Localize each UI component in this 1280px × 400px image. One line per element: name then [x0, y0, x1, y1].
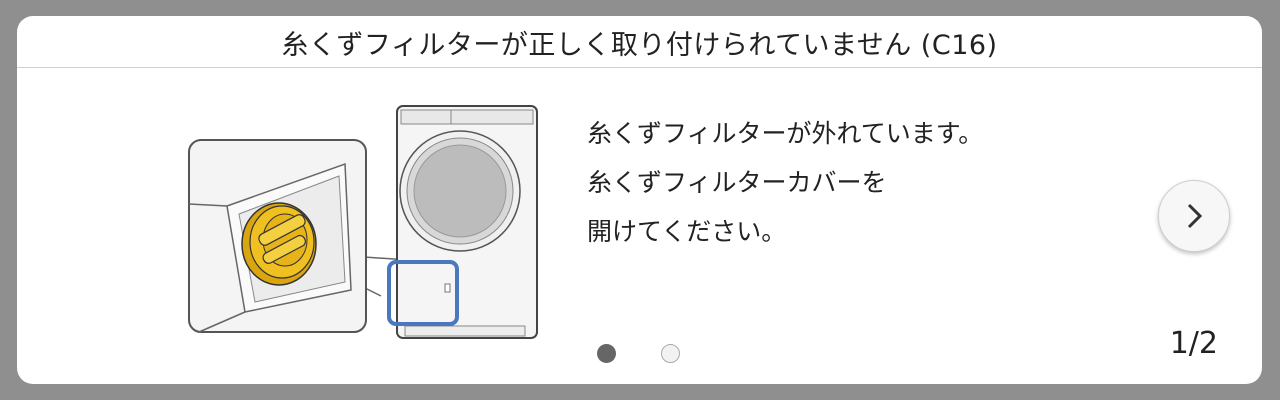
- page-dot-1[interactable]: [597, 344, 616, 363]
- instruction-message: 糸くずフィルターが外れています。 糸くずフィルターカバーを 開けてください。: [587, 109, 983, 256]
- filter-cap: [241, 202, 317, 286]
- title-divider: [17, 67, 1262, 68]
- next-page-button[interactable]: [1158, 180, 1230, 252]
- page-dot-2[interactable]: [661, 344, 680, 363]
- dialog-title: 糸くずフィルターが正しく取り付けられていません (C16): [281, 29, 998, 61]
- page-counter: 1/2: [1169, 326, 1218, 361]
- washer-machine: [387, 105, 538, 339]
- message-line: 開けてください。: [587, 217, 787, 246]
- message-line: 糸くずフィルターが外れています。: [587, 119, 984, 148]
- error-dialog: 糸くずフィルターが正しく取り付けられていません (C16) 糸くずフィルターが外…: [17, 16, 1262, 384]
- washer-filter-illustration: [188, 105, 538, 339]
- filter-zoom-inset: [188, 139, 367, 333]
- message-line: 糸くずフィルターカバーを: [587, 168, 887, 197]
- chevron-right-icon: [1187, 203, 1203, 229]
